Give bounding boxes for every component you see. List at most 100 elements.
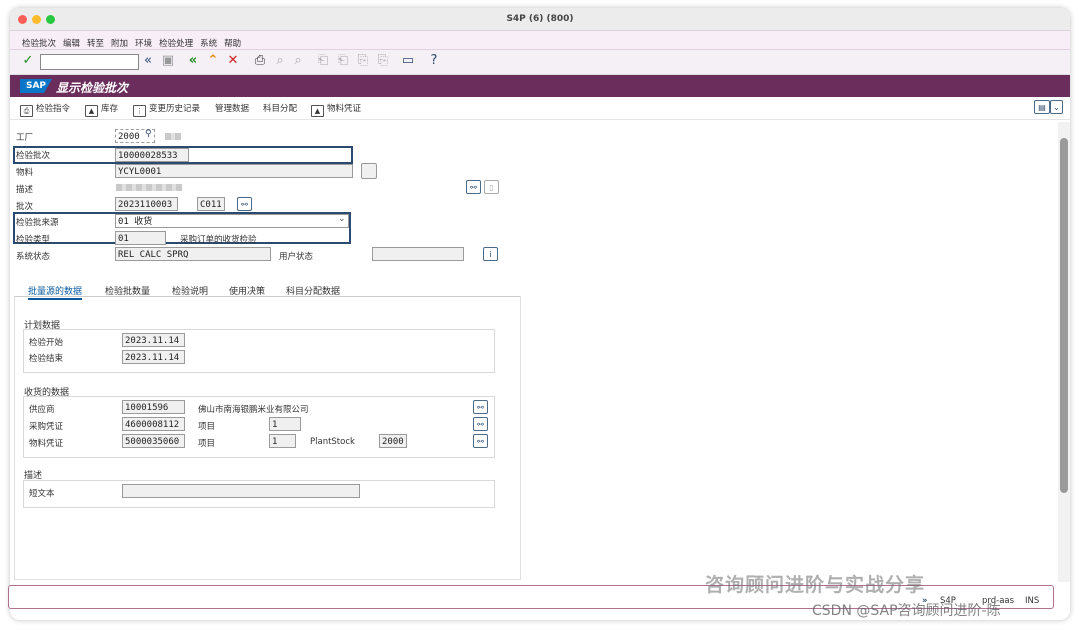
inspection-type-field[interactable]: 01 (115, 231, 166, 245)
menu-bar: 检验批次 编辑 转至 附加 环境 检验处理 系统 帮助 (10, 31, 1070, 50)
print-icon[interactable]: ⎙ (252, 53, 268, 69)
batch-label: 批次 (16, 202, 34, 212)
lot-label: 检验批次 (16, 151, 51, 161)
lot-origin-label: 检验批来源 (16, 218, 59, 228)
matdoc-label: 物料凭证 (29, 439, 64, 449)
redacted-plant-name (165, 133, 181, 140)
lot-origin-dropdown[interactable]: 01 收货 (115, 214, 349, 228)
enter-check-icon[interactable]: ✓ (20, 53, 36, 69)
status-mode: INS (1025, 596, 1040, 606)
display-glasses-icon[interactable]: ⚯ (466, 180, 481, 194)
command-history-icon[interactable]: « (140, 53, 156, 69)
user-status-label: 用户状态 (279, 252, 314, 262)
menu-item-inspection-lot[interactable]: 检验批次 (22, 37, 56, 49)
start-label: 检验开始 (29, 338, 64, 348)
printer-icon: ⎙ (20, 105, 33, 117)
sap-logo: SAP (20, 79, 52, 93)
menu-item-edit[interactable]: 编辑 (63, 37, 80, 49)
matdoc-field[interactable]: 5000035060 (122, 434, 185, 448)
layout-menu-icon[interactable]: ▤ (1034, 100, 1050, 114)
menu-item-extras[interactable]: 附加 (111, 37, 128, 49)
matdoc-item-field[interactable]: 1 (269, 434, 296, 448)
vendor-field[interactable]: 10001596 (122, 400, 185, 414)
application-toolbar: ⎙ 检验指令 ▲ 库存 ⋮ 变更历史记录 管理数据 科目分配 ▲ 物料凭证 ▤ ⌄ (10, 97, 1070, 120)
standard-toolbar: ✓ « ▣ « ⌃ ✕ ⎙ ⌕ ⌕ ⎗ ⎗ ⎘ ⎘ ▭ ? (10, 50, 1070, 75)
back-icon[interactable]: « (185, 53, 201, 69)
page-title: 显示检验批次 (56, 81, 129, 95)
previous-page-icon[interactable]: ⎗ (335, 53, 351, 69)
po-item-label: 项目 (198, 422, 216, 432)
vendor-display-icon[interactable]: ⚯ (473, 400, 488, 414)
po-display-icon[interactable]: ⚯ (473, 417, 488, 431)
po-field[interactable]: 4600008112 (122, 417, 185, 431)
po-item-field[interactable]: 1 (269, 417, 301, 431)
batch-field[interactable]: 2023110003 (115, 197, 178, 211)
menu-item-system[interactable]: 系统 (200, 37, 217, 49)
cancel-icon[interactable]: ✕ (225, 53, 241, 69)
chevron-down-icon[interactable]: ⌄ (1050, 100, 1063, 114)
change-history-label: 变更历史记录 (149, 104, 201, 114)
menu-item-processing[interactable]: 检验处理 (159, 37, 193, 49)
description-label: 描述 (16, 185, 34, 195)
new-session-icon[interactable]: ▭ (400, 53, 416, 69)
material-label: 物料 (16, 168, 34, 178)
image-icon: ▲ (85, 105, 98, 117)
stock-button[interactable]: ▲ 库存 (85, 102, 118, 117)
admin-data-button[interactable]: 管理数据 (215, 102, 249, 114)
user-status-field[interactable] (372, 247, 464, 261)
command-field[interactable] (40, 54, 139, 70)
batch-display-icon[interactable]: ⚯ (237, 197, 252, 211)
material-field[interactable]: YCYL0001 (115, 164, 353, 178)
long-text-icon[interactable]: ▯ (484, 180, 499, 194)
next-page-icon[interactable]: ⎘ (355, 53, 371, 69)
inspection-type-text: 采购订单的收货检验 (180, 235, 257, 245)
menu-item-goto[interactable]: 转至 (87, 37, 104, 49)
first-page-icon[interactable]: ⎗ (315, 53, 331, 69)
find-next-icon[interactable]: ⌕ (290, 53, 306, 69)
menu-item-environment[interactable]: 环境 (135, 37, 152, 49)
inspection-lot-field[interactable]: 10000028533 (115, 148, 189, 162)
exit-icon[interactable]: ⌃ (205, 53, 221, 69)
end-date-field[interactable]: 2023.11.14 (122, 350, 185, 364)
history-icon: ⋮ (133, 105, 146, 117)
stock-label: 库存 (101, 104, 119, 114)
wechat-watermark: 咨询顾问进阶与实战分享 (705, 574, 926, 596)
save-icon[interactable]: ▣ (160, 53, 176, 69)
system-status-field[interactable]: REL CALC SPRQ (115, 247, 271, 261)
inspection-type-label: 检验类型 (16, 235, 51, 245)
po-label: 采购凭证 (29, 422, 64, 432)
matdoc-display-icon[interactable]: ⚯ (473, 434, 488, 448)
help-icon[interactable]: ? (426, 53, 442, 69)
window-title: S4P (6) (800) (506, 14, 574, 24)
chevron-down-icon[interactable]: ⌄ (338, 214, 346, 224)
info-icon[interactable]: i (483, 247, 498, 261)
start-date-field[interactable]: 2023.11.14 (122, 333, 185, 347)
plant-stock-field[interactable]: 2000 (379, 434, 407, 448)
planning-group (23, 329, 495, 373)
image-icon: ▲ (311, 105, 324, 117)
title-bar: S4P (6) (800) (10, 8, 1070, 31)
account-assignment-button[interactable]: 科目分配 (263, 102, 297, 114)
redacted-description (116, 184, 182, 191)
inspection-instruction-label: 检验指令 (36, 104, 71, 114)
screen-header: SAP 显示检验批次 (10, 75, 1070, 97)
plant-stock-label: PlantStock (310, 437, 355, 447)
vendor-label: 供应商 (29, 405, 55, 415)
value-help-icon[interactable]: ⚲ (145, 129, 152, 139)
material-checkbox[interactable] (361, 163, 377, 179)
material-document-button[interactable]: ▲ 物料凭证 (311, 102, 361, 117)
csdn-watermark: CSDN @SAP咨询顾问进阶-陈 (812, 603, 1001, 619)
short-text-field[interactable] (122, 484, 360, 498)
scrollbar-thumb[interactable] (1060, 138, 1068, 493)
menu-item-help[interactable]: 帮助 (224, 37, 241, 49)
end-label: 检验结束 (29, 354, 64, 364)
change-history-button[interactable]: ⋮ 变更历史记录 (133, 102, 200, 117)
plant-label: 工厂 (16, 133, 34, 143)
short-text-label: 短文本 (29, 489, 55, 499)
batch-extra-field[interactable]: C011 (197, 197, 225, 211)
last-page-icon[interactable]: ⎘ (375, 53, 391, 69)
matdoc-item-label: 项目 (198, 439, 216, 449)
vendor-name-text: 佛山市南海银鹏米业有限公司 (198, 405, 309, 415)
inspection-instruction-button[interactable]: ⎙ 检验指令 (20, 102, 70, 117)
find-icon[interactable]: ⌕ (272, 53, 288, 69)
